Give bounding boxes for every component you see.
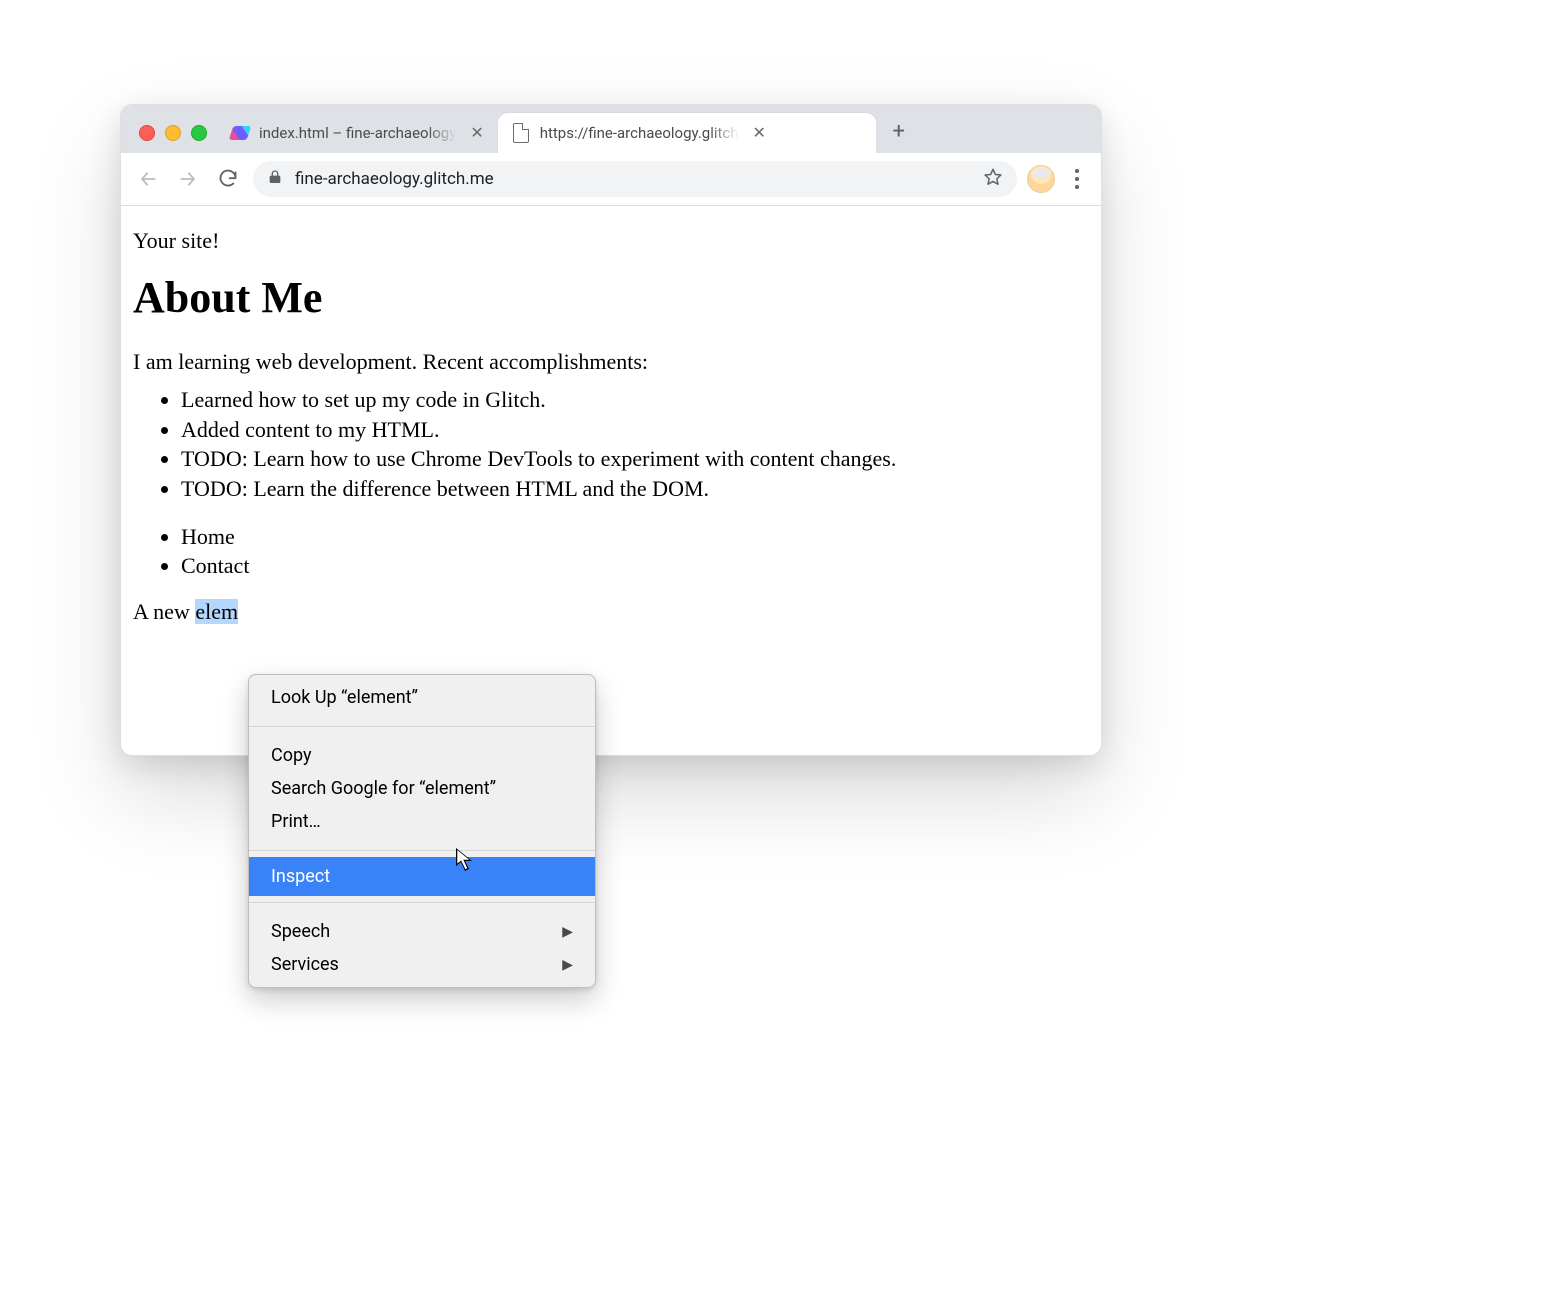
ctx-copy[interactable]: Copy [249, 739, 595, 772]
page-heading: About Me [133, 272, 1089, 323]
ctx-item-label: Inspect [271, 866, 330, 887]
tab-close-icon[interactable]: ✕ [470, 125, 483, 141]
ctx-item-label: Services [271, 954, 339, 975]
window-zoom-dot[interactable] [191, 125, 207, 141]
lock-icon [267, 169, 283, 190]
nav-list: Home Contact [133, 522, 1089, 581]
ctx-item-label: Copy [271, 745, 312, 766]
tab-title: index.html – fine-archaeology [259, 124, 456, 142]
profile-avatar[interactable] [1027, 165, 1055, 193]
cursor-icon [455, 847, 475, 873]
ctx-item-label: Look Up “element” [271, 687, 418, 708]
list-item: TODO: Learn the difference between HTML … [181, 474, 1089, 504]
back-button[interactable] [133, 164, 163, 194]
browser-menu-button[interactable] [1065, 164, 1089, 194]
page-content: Your site! About Me I am learning web de… [121, 206, 1101, 641]
tab-inactive[interactable]: index.html – fine-archaeology ✕ [217, 113, 498, 153]
ctx-speech[interactable]: Speech ▶ [249, 915, 595, 948]
glitch-favicon-icon [231, 124, 249, 142]
forward-button[interactable] [173, 164, 203, 194]
reload-button[interactable] [213, 164, 243, 194]
list-item: Learned how to set up my code in Glitch. [181, 385, 1089, 415]
tab-active[interactable]: https://fine-archaeology.glitch ✕ [498, 113, 876, 153]
tabstrip: index.html – fine-archaeology ✕ https://… [121, 105, 1101, 153]
browser-window: index.html – fine-archaeology ✕ https://… [120, 104, 1100, 754]
list-item: Contact [181, 551, 1089, 581]
bookmark-star-icon[interactable] [983, 167, 1003, 192]
menu-separator [249, 850, 595, 851]
ctx-search[interactable]: Search Google for “element” [249, 772, 595, 805]
omnibox-url: fine-archaeology.glitch.me [295, 169, 971, 189]
ctx-print[interactable]: Print… [249, 805, 595, 838]
page-intro: I am learning web development. Recent ac… [133, 349, 1089, 375]
reload-icon [218, 169, 238, 189]
ctx-services[interactable]: Services ▶ [249, 948, 595, 981]
context-menu[interactable]: Look Up “element” Copy Search Google for… [248, 674, 596, 988]
text-prefix: A new [133, 599, 195, 624]
arrow-left-icon [138, 169, 158, 189]
page-subtitle: Your site! [133, 228, 1089, 254]
selected-text: elem [195, 599, 238, 624]
submenu-arrow-icon: ▶ [562, 957, 573, 973]
list-item: Added content to my HTML. [181, 415, 1089, 445]
tab-close-icon[interactable]: ✕ [753, 125, 766, 141]
arrow-right-icon [178, 169, 198, 189]
list-item: Home [181, 522, 1089, 552]
window-minimize-dot[interactable] [165, 125, 181, 141]
accomplishments-list: Learned how to set up my code in Glitch.… [133, 385, 1089, 504]
new-tab-button[interactable]: + [884, 117, 914, 147]
toolbar: fine-archaeology.glitch.me [121, 153, 1101, 206]
ctx-item-label: Search Google for “element” [271, 778, 496, 799]
ctx-inspect[interactable]: Inspect [249, 857, 595, 896]
new-element-paragraph: A new elem [133, 599, 1089, 625]
ctx-item-label: Speech [271, 921, 330, 942]
window-traffic-lights[interactable] [129, 125, 217, 153]
window-close-dot[interactable] [139, 125, 155, 141]
omnibox[interactable]: fine-archaeology.glitch.me [253, 161, 1017, 197]
menu-separator [249, 726, 595, 727]
submenu-arrow-icon: ▶ [562, 924, 573, 940]
ctx-item-label: Print… [271, 811, 321, 832]
list-item: TODO: Learn how to use Chrome DevTools t… [181, 444, 1089, 474]
menu-separator [249, 902, 595, 903]
ctx-lookup[interactable]: Look Up “element” [249, 681, 595, 714]
file-icon [512, 124, 530, 142]
tab-title: https://fine-archaeology.glitch [540, 124, 739, 142]
